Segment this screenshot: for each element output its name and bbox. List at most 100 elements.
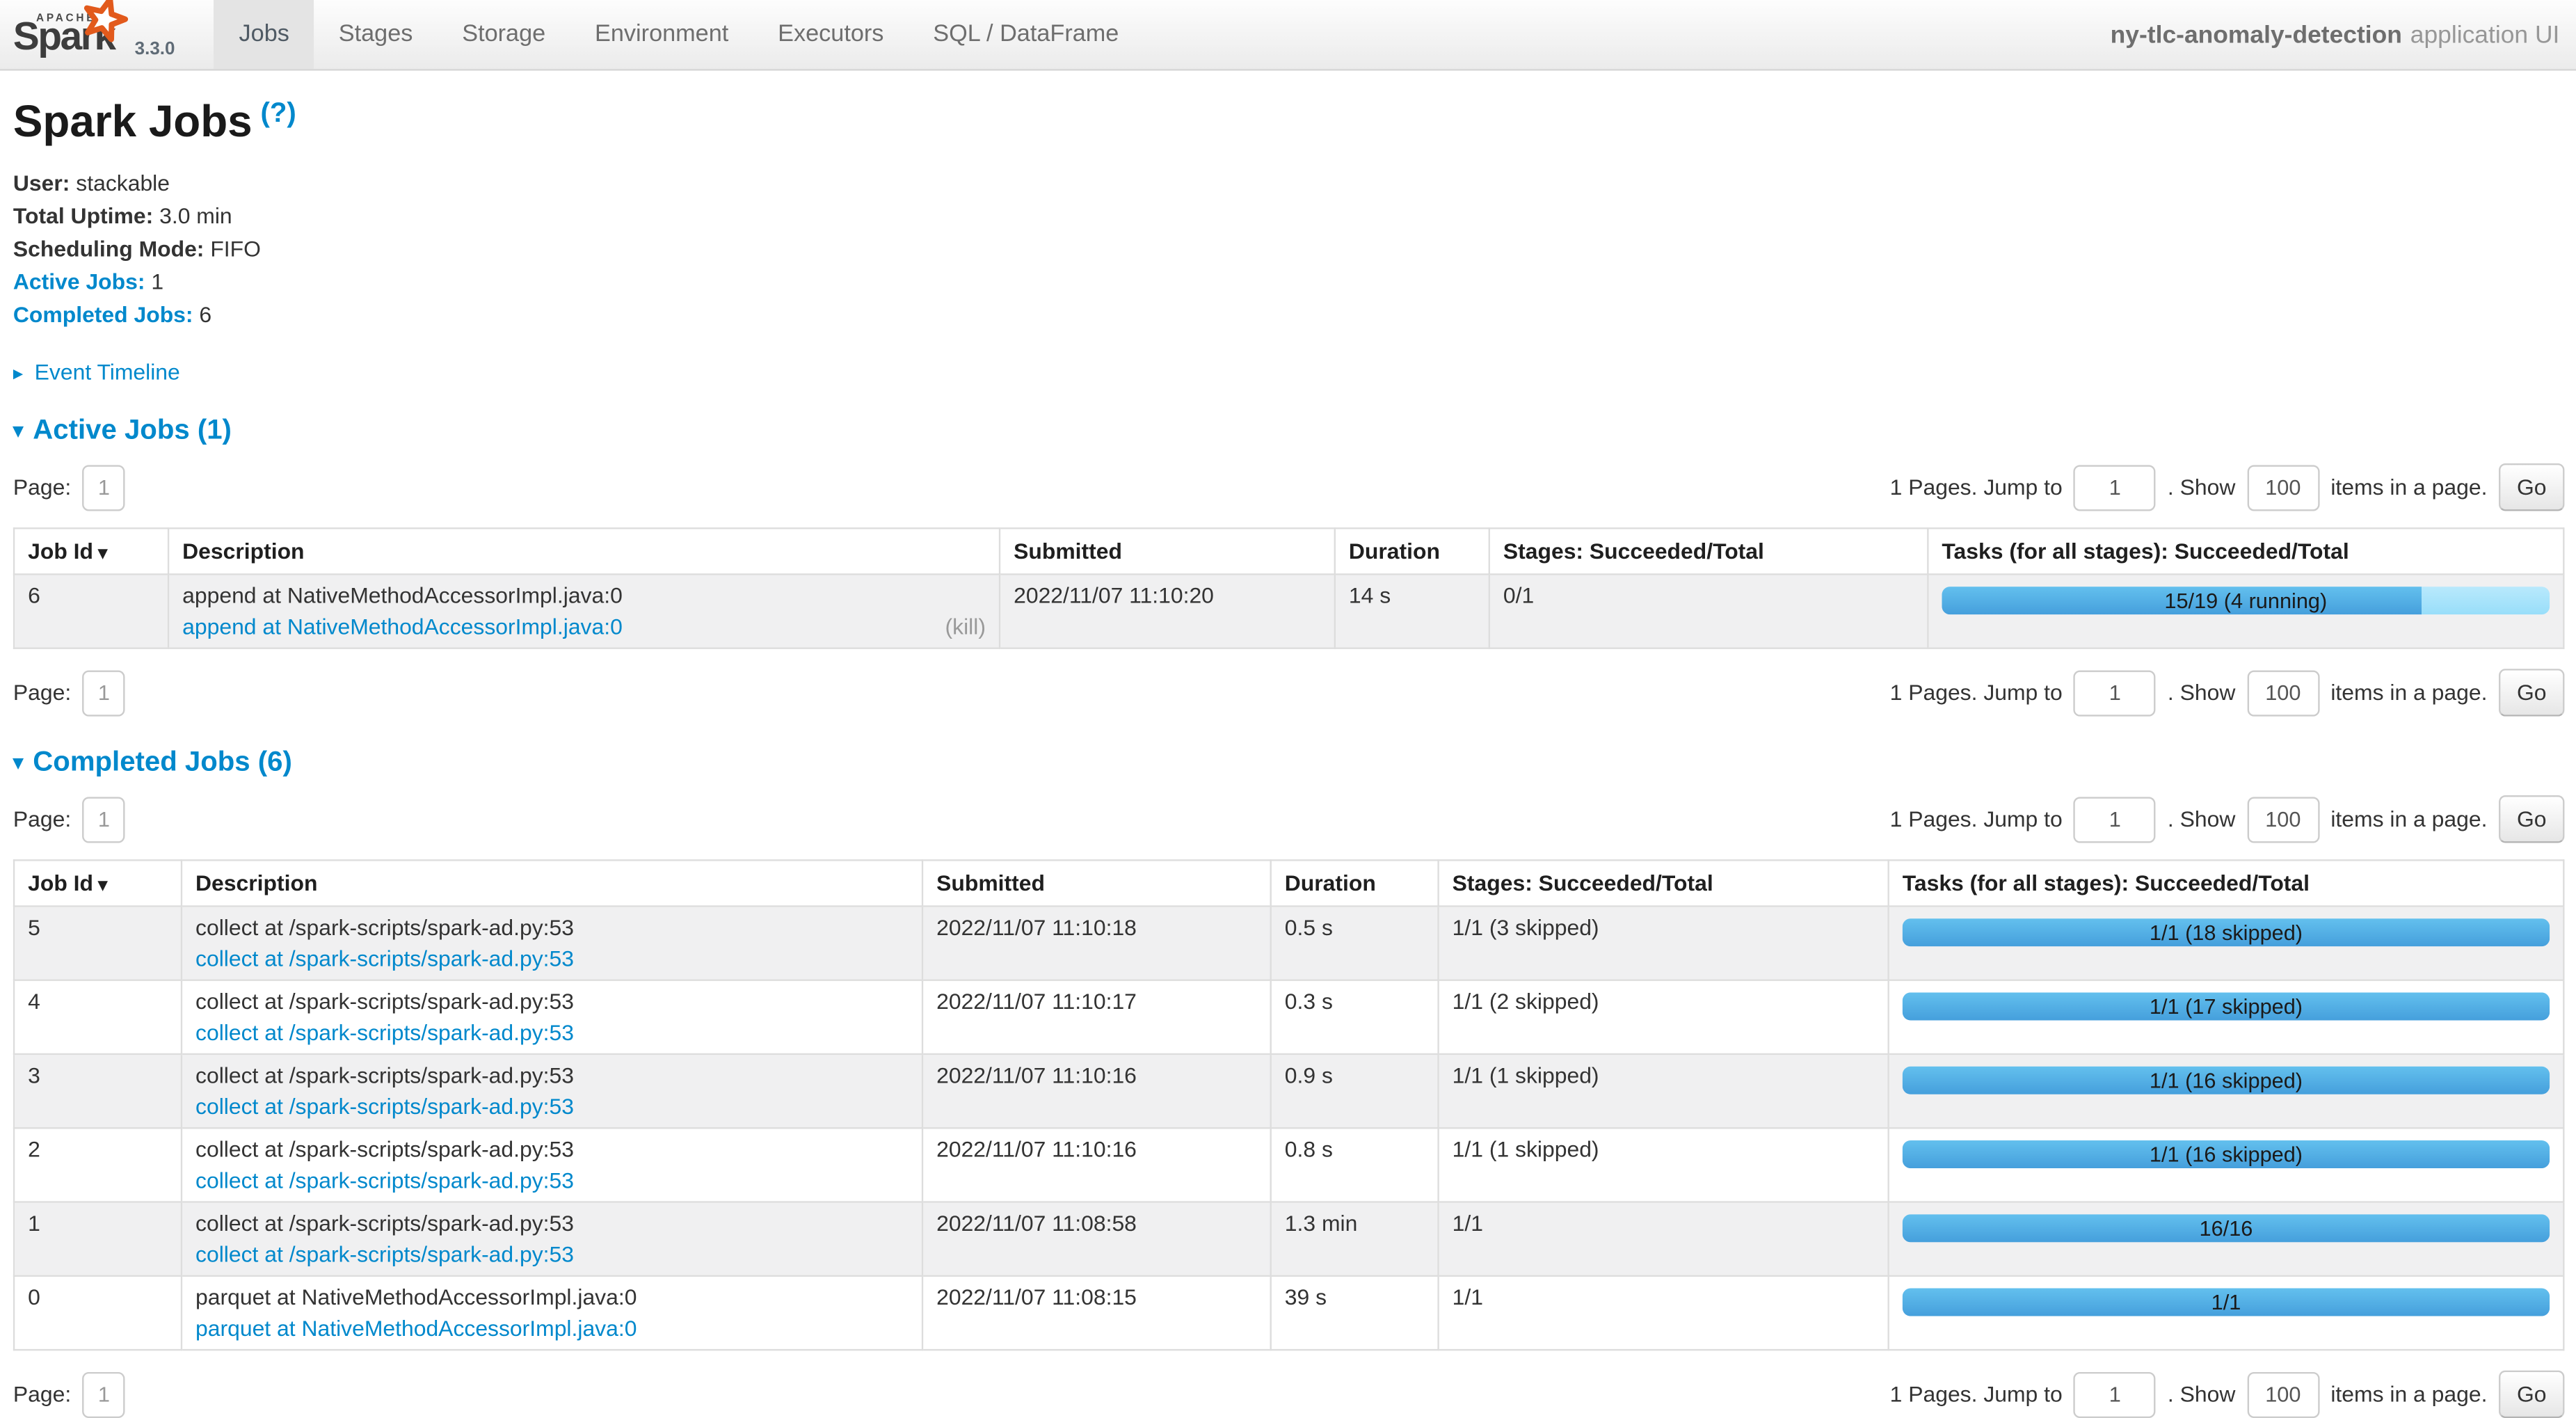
pages-count-text: 1 Pages. Jump to — [1890, 475, 2063, 500]
page-number-input[interactable] — [83, 1371, 125, 1417]
items-per-page-input[interactable] — [2247, 464, 2319, 510]
show-text: . Show — [2168, 1382, 2235, 1406]
items-per-page-input[interactable] — [2247, 669, 2319, 715]
summary-value: FIFO — [210, 237, 261, 261]
summary-label[interactable]: Completed Jobs: — [13, 303, 193, 327]
tasks-progress-bar: 1/1 — [1903, 1289, 2550, 1316]
items-per-page-input[interactable] — [2247, 796, 2319, 842]
pages-count-text: 1 Pages. Jump to — [1890, 807, 2063, 831]
jump-to-page-input[interactable] — [2074, 796, 2156, 842]
summary-value: 1 — [151, 269, 163, 294]
app-name: ny-tlc-anomaly-detection — [2111, 21, 2402, 49]
job-id-cell: 2 — [14, 1128, 182, 1202]
column-header-tasks-for-all-stages[interactable]: Tasks (for all stages): Succeeded/Total — [1928, 528, 2563, 574]
page-number-input[interactable] — [83, 796, 125, 842]
job-row: 2 collect at /spark-scripts/spark-ad.py:5… — [14, 1128, 2563, 1202]
job-description-cell: collect at /spark-scripts/spark-ad.py:53… — [182, 1054, 922, 1128]
progress-label: 15/19 (4 running) — [1942, 587, 2550, 614]
pagination-bar: Page: 1 Pages. Jump to . Show items in a… — [13, 669, 2565, 716]
sort-desc-icon: ▾ — [98, 876, 107, 895]
job-detail-link[interactable]: collect at /spark-scripts/spark-ad.py:53 — [195, 946, 574, 971]
job-tasks-cell: 1/1 (17 skipped) — [1889, 980, 2564, 1054]
job-description-text: collect at /spark-scripts/spark-ad.py:53 — [195, 915, 909, 939]
column-header-stages[interactable]: Stages: Succeeded/Total — [1439, 860, 1889, 906]
job-detail-link[interactable]: collect at /spark-scripts/spark-ad.py:53 — [195, 1094, 574, 1119]
column-header-job-id[interactable]: Job Id▾ — [14, 528, 168, 574]
app-title-suffix: application UI — [2410, 21, 2560, 49]
kill-link[interactable]: (kill) — [945, 614, 986, 639]
collapse-right-icon: ▸ — [13, 362, 23, 385]
column-header-description[interactable]: Description — [182, 860, 922, 906]
jump-to-page-input[interactable] — [2074, 464, 2156, 510]
summary-item: Total Uptime: 3.0 min — [13, 204, 2565, 228]
app-title: ny-tlc-anomaly-detection application UI — [2111, 0, 2576, 69]
job-description-cell: collect at /spark-scripts/spark-ad.py:53… — [182, 1202, 922, 1276]
go-button[interactable]: Go — [2499, 795, 2565, 843]
page-number-input[interactable] — [83, 669, 125, 715]
tab-storage[interactable]: Storage — [438, 0, 570, 69]
go-button[interactable]: Go — [2499, 463, 2565, 511]
job-description-text: collect at /spark-scripts/spark-ad.py:53 — [195, 1211, 909, 1236]
items-in-page-text: items in a page. — [2330, 680, 2487, 705]
jump-to-page-input[interactable] — [2074, 669, 2156, 715]
job-id-cell: 4 — [14, 980, 182, 1054]
page-number-input[interactable] — [83, 464, 125, 510]
tab-environment[interactable]: Environment — [570, 0, 753, 69]
job-duration-cell: 0.5 s — [1271, 906, 1439, 980]
job-duration-cell: 0.8 s — [1271, 1128, 1439, 1202]
go-button[interactable]: Go — [2499, 669, 2565, 716]
job-detail-link[interactable]: append at NativeMethodAccessorImpl.java:… — [182, 614, 623, 639]
job-tasks-cell: 15/19 (4 running) — [1928, 574, 2563, 648]
progress-label: 1/1 (17 skipped) — [1903, 992, 2550, 1020]
job-stages-cell: 1/1 — [1439, 1202, 1889, 1276]
job-detail-link[interactable]: collect at /spark-scripts/spark-ad.py:53 — [195, 1168, 574, 1193]
job-description-cell: parquet at NativeMethodAccessorImpl.java… — [182, 1276, 922, 1350]
tasks-progress-bar: 1/1 (18 skipped) — [1903, 918, 2550, 946]
column-header-submitted[interactable]: Submitted — [1000, 528, 1335, 574]
spark-version: 3.3.0 — [135, 40, 175, 59]
section-header-completed-jobs[interactable]: ▾Completed Jobs (6) — [13, 746, 2565, 779]
job-detail-link[interactable]: collect at /spark-scripts/spark-ad.py:53 — [195, 1242, 574, 1266]
column-header-job-id[interactable]: Job Id▾ — [14, 860, 182, 906]
job-row: 1collect at /spark-scripts/spark-ad.py:5… — [14, 1202, 2563, 1276]
progress-label: 1/1 (16 skipped) — [1903, 1067, 2550, 1094]
pagination-bar: Page: 1 Pages. Jump to . Show items in a… — [13, 1371, 2565, 1418]
job-description-text: collect at /spark-scripts/spark-ad.py:53 — [195, 1137, 909, 1161]
tab-sql-dataframe[interactable]: SQL / DataFrame — [909, 0, 1144, 69]
pagination-bar: Page: 1 Pages. Jump to . Show items in a… — [13, 795, 2565, 843]
summary-item: Scheduling Mode: FIFO — [13, 237, 2565, 261]
job-detail-link[interactable]: collect at /spark-scripts/spark-ad.py:53 — [195, 1021, 574, 1045]
job-duration-cell: 0.9 s — [1271, 1054, 1439, 1128]
summary-value: 6 — [199, 303, 211, 327]
page-title: Spark Jobs(?) — [13, 97, 2565, 148]
pagination-bar: Page: 1 Pages. Jump to . Show items in a… — [13, 463, 2565, 511]
tab-stages[interactable]: Stages — [314, 0, 437, 69]
job-stages-cell: 1/1 — [1439, 1276, 1889, 1350]
event-timeline-toggle[interactable]: ▸Event Timeline — [13, 360, 2565, 384]
job-description-cell: collect at /spark-scripts/spark-ad.py:53… — [182, 906, 922, 980]
summary-item: Completed Jobs: 6 — [13, 303, 2565, 327]
section-header-active-jobs[interactable]: ▾Active Jobs (1) — [13, 414, 2565, 447]
sort-desc-icon: ▾ — [98, 544, 107, 564]
progress-label: 1/1 (18 skipped) — [1903, 918, 2550, 946]
nav-tabs: JobsStagesStorageEnvironmentExecutorsSQL… — [214, 0, 1144, 69]
column-header-duration[interactable]: Duration — [1271, 860, 1439, 906]
help-link[interactable]: (?) — [260, 97, 296, 128]
jump-to-page-input[interactable] — [2074, 1371, 2156, 1417]
items-per-page-input[interactable] — [2247, 1371, 2319, 1417]
summary-item: User: stackable — [13, 171, 2565, 196]
column-header-duration[interactable]: Duration — [1335, 528, 1489, 574]
job-detail-link[interactable]: parquet at NativeMethodAccessorImpl.java… — [195, 1316, 637, 1341]
column-header-submitted[interactable]: Submitted — [922, 860, 1271, 906]
show-text: . Show — [2168, 475, 2235, 500]
column-header-description[interactable]: Description — [168, 528, 1000, 574]
tab-executors[interactable]: Executors — [753, 0, 909, 69]
items-in-page-text: items in a page. — [2330, 475, 2487, 500]
spark-logo[interactable]: APACHE Spark — [13, 1, 122, 67]
tab-jobs[interactable]: Jobs — [214, 0, 314, 69]
column-header-stages[interactable]: Stages: Succeeded/Total — [1489, 528, 1928, 574]
column-header-tasks-for-all-stages[interactable]: Tasks (for all stages): Succeeded/Total — [1889, 860, 2564, 906]
summary-label[interactable]: Active Jobs: — [13, 269, 145, 294]
job-stages-cell: 0/1 — [1489, 574, 1928, 648]
go-button[interactable]: Go — [2499, 1371, 2565, 1418]
